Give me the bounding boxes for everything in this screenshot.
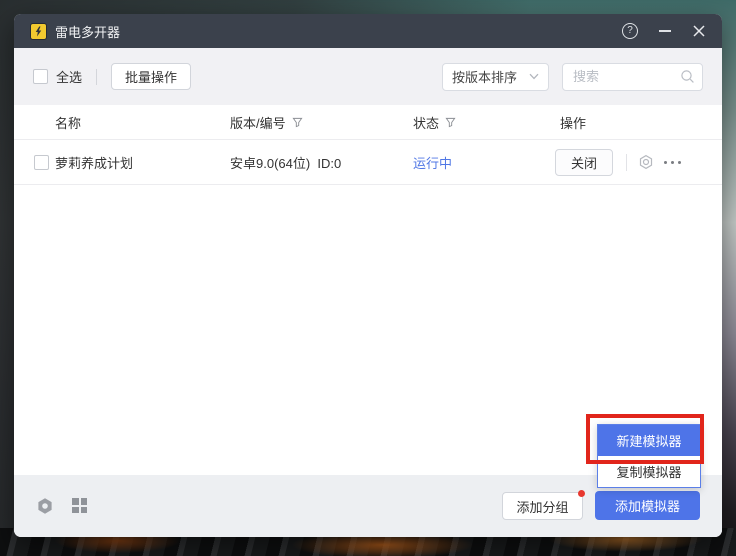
table-row: 萝莉养成计划 安卓9.0(64位) ID:0 运行中 关闭 [14, 140, 722, 185]
more-icon[interactable] [664, 161, 681, 164]
help-icon[interactable]: ? [622, 23, 638, 39]
toolbar-divider [96, 69, 97, 85]
desktop-wallpaper: 雷电多开器 ? 全选 批量操作 按版本排序 [0, 0, 736, 556]
sort-dropdown-value: 按版本排序 [452, 67, 517, 86]
column-header-name: 名称 [55, 105, 81, 140]
toolbar-right: 按版本排序 [442, 63, 703, 91]
search-icon [680, 69, 695, 84]
row-checkbox[interactable] [34, 155, 49, 170]
ldplayer-multi-manager-window: 雷电多开器 ? 全选 批量操作 按版本排序 [14, 14, 722, 537]
lightning-app-icon [30, 23, 47, 40]
table-header: 名称 版本/编号 状态 操作 [14, 105, 722, 140]
select-all-checkbox[interactable] [33, 69, 48, 84]
emulator-name: 萝莉养成计划 [55, 140, 133, 185]
filter-icon[interactable] [445, 117, 456, 128]
select-all-label: 全选 [56, 67, 82, 86]
add-emulator-button[interactable]: 添加模拟器 [595, 491, 700, 520]
search-box [562, 63, 703, 91]
sort-dropdown[interactable]: 按版本排序 [442, 63, 549, 91]
row-divider [626, 154, 627, 171]
chevron-down-icon [529, 73, 539, 80]
column-header-actions: 操作 [560, 105, 586, 140]
emulator-version: 安卓9.0(64位) ID:0 [230, 140, 341, 185]
window-title: 雷电多开器 [55, 22, 120, 41]
close-icon[interactable] [692, 24, 706, 38]
menu-item-copy-emulator[interactable]: 复制模拟器 [598, 456, 700, 487]
stop-emulator-button[interactable]: 关闭 [555, 149, 613, 176]
window-controls: ? [622, 23, 706, 39]
add-emulator-popup-menu: 新建模拟器 复制模拟器 [597, 424, 701, 488]
toolbar: 全选 批量操作 按版本排序 [14, 48, 722, 105]
column-header-version: 版本/编号 [230, 105, 303, 140]
gear-icon[interactable] [638, 154, 654, 173]
minimize-icon[interactable] [659, 24, 671, 38]
grid-icon[interactable] [72, 498, 87, 513]
titlebar: 雷电多开器 ? [14, 14, 722, 48]
settings-gear-icon[interactable] [36, 497, 54, 520]
add-group-button[interactable]: 添加分组 [502, 492, 583, 520]
menu-item-new-emulator[interactable]: 新建模拟器 [598, 425, 700, 456]
filter-icon[interactable] [292, 117, 303, 128]
batch-operations-button[interactable]: 批量操作 [111, 63, 191, 90]
notification-dot [578, 490, 585, 497]
column-header-status: 状态 [413, 105, 456, 140]
status-badge: 运行中 [413, 140, 452, 185]
